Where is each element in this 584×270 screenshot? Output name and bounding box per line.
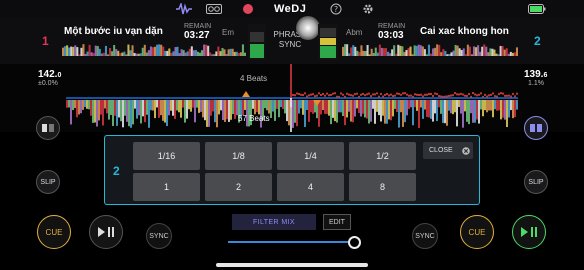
record-icon[interactable] xyxy=(242,3,254,15)
svg-text:?: ? xyxy=(334,5,338,14)
deck-1-bpm[interactable]: 142.0 xyxy=(38,69,61,80)
deck-1-pitch: ±0.0% xyxy=(38,80,58,87)
deck-1-remain-label: REMAIN xyxy=(184,23,212,30)
deck-1-cue-button[interactable]: CUE xyxy=(37,215,71,249)
deck-2-bpm[interactable]: 139.6 xyxy=(524,69,547,80)
pad-loop-1[interactable]: 1 xyxy=(133,173,200,201)
deck-header: 1 Một bước iu vạn dặn REMAIN 03:27 Em PH… xyxy=(0,16,584,64)
help-icon[interactable]: ? xyxy=(330,3,342,15)
pad-loop-8[interactable]: 8 xyxy=(349,173,416,201)
deck-2-title[interactable]: Cai xac khong hon xyxy=(420,26,530,37)
deck-1-view-toggle[interactable] xyxy=(36,116,60,140)
deck-1-bpm-int: 142. xyxy=(38,69,58,80)
waveform-canvas[interactable] xyxy=(66,64,518,132)
pad-loop-1-16[interactable]: 1/16 xyxy=(133,142,200,170)
deck-2-pitch: 1.1% xyxy=(528,80,544,87)
deck-2-slip-button[interactable]: SLIP xyxy=(524,170,548,194)
play-pause-icon xyxy=(521,227,537,237)
deck-1-beats-label: 4 Beats xyxy=(240,74,268,83)
jog-indicator xyxy=(296,16,320,40)
deck-1-key: Em xyxy=(222,28,234,37)
deck-1-slip-button[interactable]: SLIP xyxy=(36,170,60,194)
sync-label: SYNC xyxy=(278,40,302,49)
view-toggle-icon xyxy=(530,124,542,132)
dj-controller-icon[interactable] xyxy=(206,3,222,15)
view-toggle-icon xyxy=(42,124,54,132)
edit-button[interactable]: EDIT xyxy=(323,214,351,230)
app-logo: WeDJ xyxy=(274,3,307,15)
pad-panel-deck-number: 2 xyxy=(113,164,120,178)
deck-1-overview-waveform[interactable] xyxy=(62,42,246,56)
deck-2-bpm-int: 139. xyxy=(524,69,544,80)
deck-1-bpm-dec: 0 xyxy=(57,72,62,79)
deck-1-waveform xyxy=(292,92,518,98)
deck-1-cue-marker[interactable] xyxy=(242,91,250,97)
deck-2-sync-button[interactable]: SYNC xyxy=(412,223,438,249)
loop-pad-panel: 2 1/16 1/8 1/4 1/2 1 2 4 8 CLOSE xyxy=(104,135,480,205)
deck-2-remain-time: 03:03 xyxy=(378,30,404,41)
close-icon xyxy=(461,146,470,155)
deck-2-number: 2 xyxy=(534,34,541,48)
crossfader-knob[interactable] xyxy=(348,236,361,249)
deck-2-waveform xyxy=(66,100,518,128)
deck-2-view-toggle[interactable] xyxy=(524,116,548,140)
deck-1-play-pause-button[interactable] xyxy=(89,215,123,249)
deck-2-beats-label: 57 Beats xyxy=(238,114,270,123)
deck-1-level-meter xyxy=(248,24,266,60)
close-pad-panel-button[interactable]: CLOSE xyxy=(423,142,473,159)
gear-icon[interactable] xyxy=(362,3,374,15)
deck-2-remain-label: REMAIN xyxy=(378,23,406,30)
deck-1-number: 1 xyxy=(42,34,49,48)
top-toolbar: WeDJ ? xyxy=(0,0,584,18)
pad-loop-1-2[interactable]: 1/2 xyxy=(349,142,416,170)
waveform-area[interactable]: 142.0 ±0.0% 139.6 1.1% 4 Beats 57 Beats xyxy=(0,64,584,132)
deck-1-remain-time: 03:27 xyxy=(184,30,210,41)
deck-1-title[interactable]: Một bước iu vạn dặn xyxy=(64,26,184,37)
play-pause-icon xyxy=(98,227,114,237)
pad-loop-2[interactable]: 2 xyxy=(205,173,272,201)
close-label: CLOSE xyxy=(429,147,453,154)
deck-2-play-pause-button[interactable] xyxy=(512,215,546,249)
pad-loop-4[interactable]: 4 xyxy=(277,173,344,201)
deck-2-cue-button[interactable]: CUE xyxy=(460,215,494,249)
deck-2-bpm-dec: 6 xyxy=(543,72,548,79)
waveform-icon[interactable] xyxy=(176,3,192,15)
deck-2-key: Abm xyxy=(346,28,363,37)
crossfader-track[interactable] xyxy=(228,241,356,243)
deck-2-level-meter xyxy=(318,24,338,60)
pad-loop-1-4[interactable]: 1/4 xyxy=(277,142,344,170)
home-indicator xyxy=(216,263,368,267)
deck-2-overview-waveform[interactable] xyxy=(342,42,518,56)
battery-icon xyxy=(528,4,546,14)
filter-mix-button[interactable]: FILTER MIX xyxy=(232,214,316,230)
pad-loop-1-8[interactable]: 1/8 xyxy=(205,142,272,170)
deck-1-sync-button[interactable]: SYNC xyxy=(146,223,172,249)
